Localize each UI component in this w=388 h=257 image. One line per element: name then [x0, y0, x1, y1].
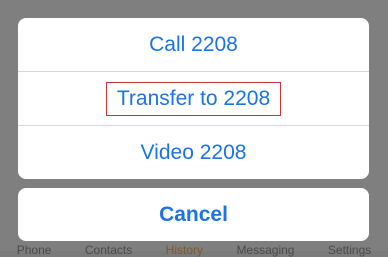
tab-settings[interactable]: Settings — [328, 243, 371, 257]
video-call-button-label: Video 2208 — [140, 140, 247, 164]
transfer-button-label: Transfer to 2208 — [105, 81, 282, 116]
tab-history[interactable]: History — [166, 243, 203, 257]
action-sheet: Call 2208 Transfer to 2208 Video 2208 — [18, 18, 369, 179]
tab-messaging[interactable]: Messaging — [236, 243, 294, 257]
cancel-button[interactable]: Cancel — [18, 188, 369, 241]
video-call-button[interactable]: Video 2208 — [18, 125, 369, 179]
tab-phone[interactable]: Phone — [17, 243, 52, 257]
call-button[interactable]: Call 2208 — [18, 18, 369, 71]
tab-contacts[interactable]: Contacts — [85, 243, 132, 257]
cancel-button-label: Cancel — [159, 202, 228, 226]
transfer-button[interactable]: Transfer to 2208 — [18, 71, 369, 125]
call-button-label: Call 2208 — [149, 32, 238, 56]
